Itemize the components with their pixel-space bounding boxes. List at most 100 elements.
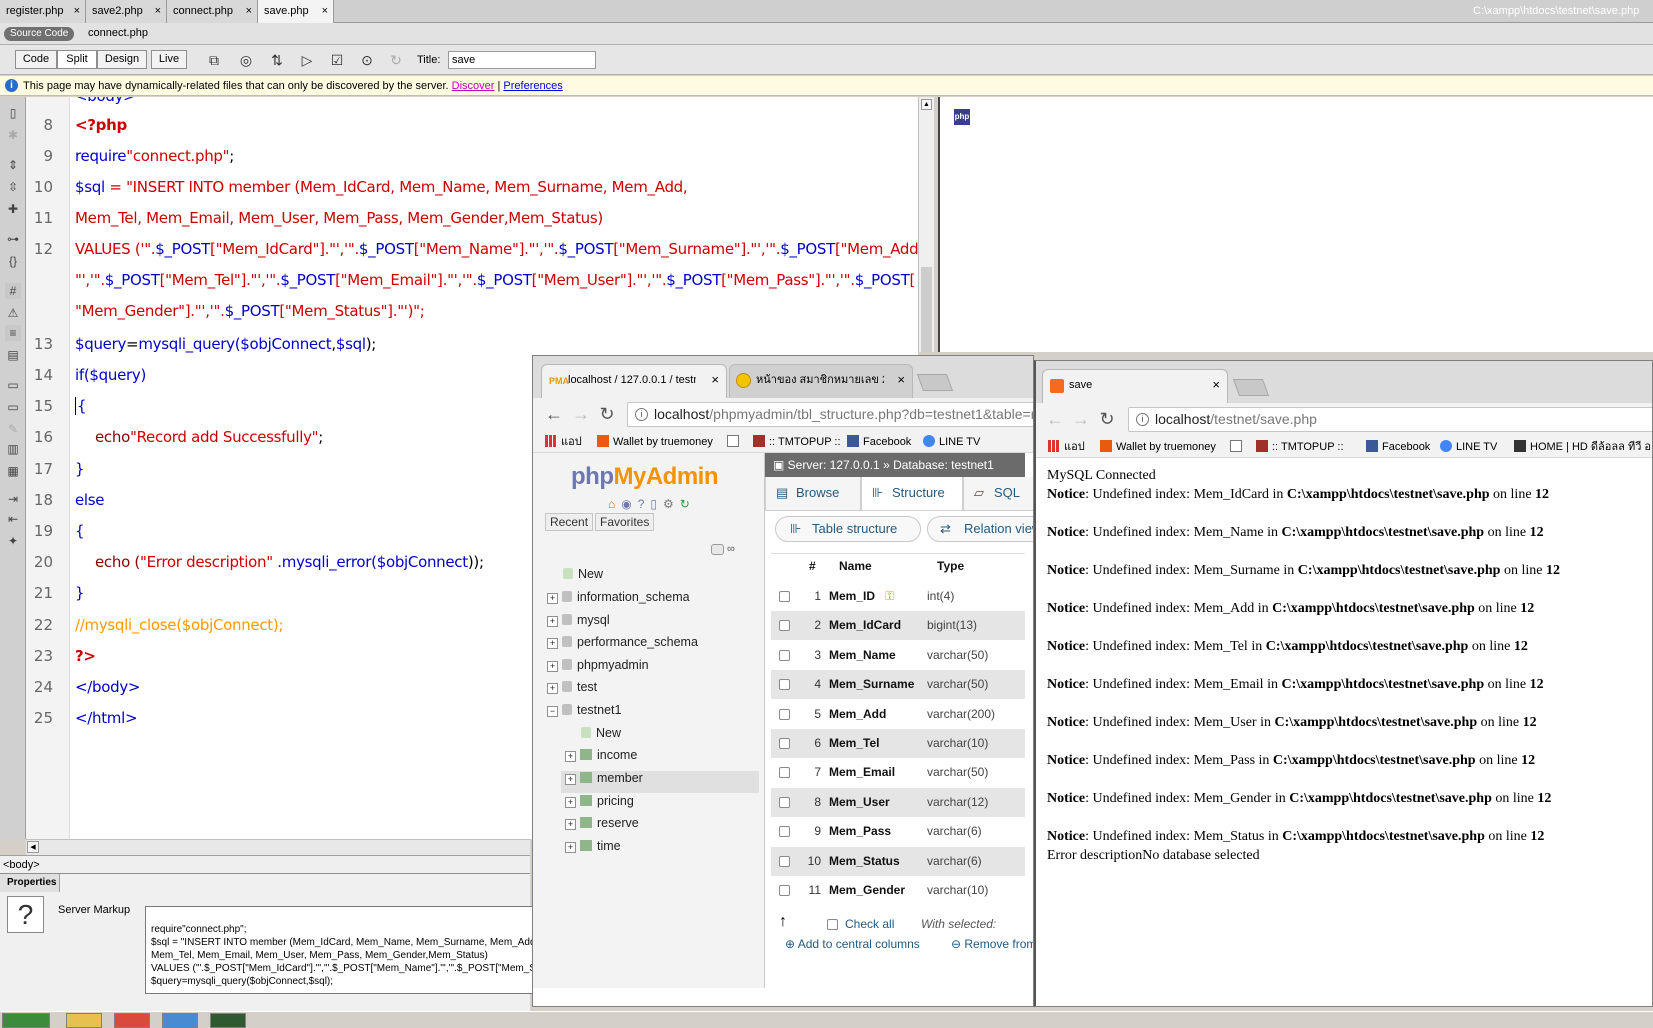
expand-all-icon[interactable]: ✚ xyxy=(5,201,21,217)
tree-item-reserve[interactable]: + reserve xyxy=(565,816,639,830)
collapse-tag-icon[interactable]: ⇕ xyxy=(5,157,21,173)
tree-item-member[interactable]: + member xyxy=(561,771,759,793)
expand-icon[interactable]: + xyxy=(565,797,576,808)
tree-item-pricing[interactable]: + pricing xyxy=(565,794,634,808)
code-view-button[interactable]: Code xyxy=(15,50,57,69)
format-source-icon[interactable]: ✦ xyxy=(5,533,21,549)
tab-register-php[interactable]: register.php × xyxy=(0,0,86,23)
home-icon[interactable]: ⌂ xyxy=(608,497,621,511)
relation-view-button[interactable]: ⇄ Relation view xyxy=(927,516,1033,542)
multiscreen-icon[interactable]: ⧉ xyxy=(203,51,225,69)
discover-link[interactable]: Discover xyxy=(452,80,495,92)
live-view-button[interactable]: Live xyxy=(151,50,187,69)
tab-sql[interactable]: ▱ SQL xyxy=(963,477,1033,511)
word-wrap-icon[interactable]: ≡ xyxy=(5,325,21,341)
address-bar[interactable]: i localhost/phpmyadmin/tbl_structure.php… xyxy=(627,402,1033,427)
row-checkbox[interactable] xyxy=(779,855,790,867)
breadcrumb-text[interactable]: Server: 127.0.0.1 » Database: testnet1 xyxy=(788,458,994,472)
recent-snippets-icon[interactable]: ▥ xyxy=(5,441,21,457)
dreamweaver-taskbar-icon[interactable] xyxy=(210,1013,246,1028)
table-row[interactable]: 8 Mem_User varchar(12) xyxy=(771,787,1025,817)
link-with-main-icon[interactable]: ∞ xyxy=(727,544,741,555)
settings-icon[interactable]: ⚙ xyxy=(663,497,680,511)
forward-icon[interactable]: → xyxy=(1070,408,1092,430)
visual-aids-icon[interactable]: ⊙ xyxy=(356,51,378,69)
table-structure-button[interactable]: ⊪ Table structure xyxy=(775,516,921,542)
table-row[interactable]: 10 Mem_Status varchar(6) xyxy=(771,846,1025,876)
table-row[interactable]: 9 Mem_Pass varchar(6) xyxy=(771,817,1025,846)
expand-icon[interactable]: + xyxy=(547,638,558,649)
tree-item-performance-schema[interactable]: + performance_schema xyxy=(547,635,698,649)
address-bar[interactable]: i localhost/testnet/save.php xyxy=(1128,407,1652,432)
row-checkbox[interactable] xyxy=(779,796,790,808)
close-icon[interactable]: × xyxy=(711,365,719,395)
tab-member-page[interactable]: หน้าของ สมาชิกหมายเลข 29 × xyxy=(729,364,913,398)
new-tab-button[interactable] xyxy=(916,374,954,391)
tree-item-income[interactable]: + income xyxy=(565,748,637,762)
bookmark-facebook[interactable]: Facebook xyxy=(1366,436,1430,458)
server-markup-box[interactable]: require"connect.php"; $sql = "INSERT INT… xyxy=(145,906,535,994)
back-icon[interactable]: ← xyxy=(1044,408,1066,430)
tree-item-information-schema[interactable]: + information_schema xyxy=(547,590,690,604)
tree-item-time[interactable]: + time xyxy=(565,839,621,853)
tree-item-phpmyadmin[interactable]: + phpmyadmin xyxy=(547,658,649,672)
row-checkbox[interactable] xyxy=(779,708,790,720)
validate-icon[interactable]: ☑ xyxy=(326,51,348,69)
tab-browse[interactable]: ▤ Browse xyxy=(765,477,861,511)
tab-save2-php[interactable]: save2.php × xyxy=(86,0,167,23)
phpmyadmin-logo[interactable]: phpMyAdmin xyxy=(571,463,718,491)
close-icon[interactable]: × xyxy=(74,0,80,23)
refresh-icon[interactable]: ↻ xyxy=(385,51,407,69)
favorites-tab[interactable]: Favorites xyxy=(595,513,655,531)
outdent-code-icon[interactable]: ⇤ xyxy=(5,511,21,527)
design-view-button[interactable]: Design xyxy=(97,50,147,69)
reload-icon[interactable]: ↻ xyxy=(1096,408,1118,430)
file-management-icon[interactable]: ⇅ xyxy=(266,51,288,69)
bookmark-hd-tv[interactable]: HOME | HD ดีล้อลล ทีวี ออนไลน์ xyxy=(1514,436,1652,458)
expand-icon[interactable]: + xyxy=(565,774,576,785)
scroll-thumb[interactable] xyxy=(921,267,932,352)
expand-icon[interactable]: + xyxy=(547,593,558,604)
row-checkbox[interactable] xyxy=(779,649,790,661)
row-checkbox[interactable] xyxy=(779,885,790,896)
collapse-all-icon[interactable] xyxy=(711,544,724,555)
col-header-name[interactable]: Name xyxy=(839,559,872,573)
design-preview-pane[interactable]: php xyxy=(938,97,1653,352)
back-icon[interactable]: ← xyxy=(543,403,565,425)
remove-central-columns-button[interactable]: ⊖ Remove from central columns xyxy=(951,937,1033,951)
check-browser-icon[interactable]: ▷ xyxy=(296,51,318,69)
tree-item-testnet1[interactable]: − testnet1 xyxy=(547,703,621,717)
code-vertical-scrollbar[interactable]: ▲ xyxy=(918,97,934,352)
collapse-icon[interactable]: − xyxy=(547,706,558,717)
bookmark-wallet[interactable]: Wallet by truemoney xyxy=(597,431,713,453)
table-row[interactable]: 11 Mem_Gender varchar(10) xyxy=(771,876,1025,905)
tree-item-new-table[interactable]: New xyxy=(581,726,621,740)
recent-tab[interactable]: Recent xyxy=(545,513,594,531)
help-icon[interactable]: ? xyxy=(638,497,651,511)
bookmark-linetv[interactable]: LINE TV xyxy=(1440,436,1497,458)
split-view-button[interactable]: Split xyxy=(57,50,97,69)
expand-icon[interactable]: + xyxy=(565,842,576,853)
preview-browser-icon[interactable]: ◎ xyxy=(235,51,257,69)
bookmark-tmtopup[interactable]: :: TMTOPUP :: xyxy=(1256,436,1344,458)
bookmark-apps[interactable]: แอป xyxy=(1048,436,1085,458)
scroll-up-icon[interactable]: ▲ xyxy=(921,99,932,110)
tab-save-php[interactable]: save.php × xyxy=(258,0,334,23)
preferences-link[interactable]: Preferences xyxy=(503,80,562,92)
reload-nav-icon[interactable]: ↻ xyxy=(680,497,696,511)
forward-icon[interactable]: → xyxy=(570,403,592,425)
tree-item-new[interactable]: New xyxy=(563,567,603,581)
table-row[interactable]: 3 Mem_Name varchar(50) xyxy=(771,641,1025,670)
expand-icon[interactable]: + xyxy=(547,683,558,694)
check-all-checkbox[interactable] xyxy=(827,919,838,930)
tree-item-test[interactable]: + test xyxy=(547,680,597,694)
row-checkbox[interactable] xyxy=(779,591,790,602)
new-tab-button[interactable] xyxy=(1232,379,1270,396)
apply-comment-icon[interactable]: ▭ xyxy=(5,377,21,393)
tab-connect-php[interactable]: connect.php × xyxy=(167,0,258,23)
tab-phpmyadmin[interactable]: PMA localhost / 127.0.0.1 / testnet1 × xyxy=(541,364,727,398)
php-code-icon[interactable]: php xyxy=(954,109,970,125)
expand-icon[interactable]: + xyxy=(547,661,558,672)
scroll-left-icon[interactable]: ◀ xyxy=(27,841,39,853)
collapse-selection-icon[interactable]: ⇳ xyxy=(5,179,21,195)
